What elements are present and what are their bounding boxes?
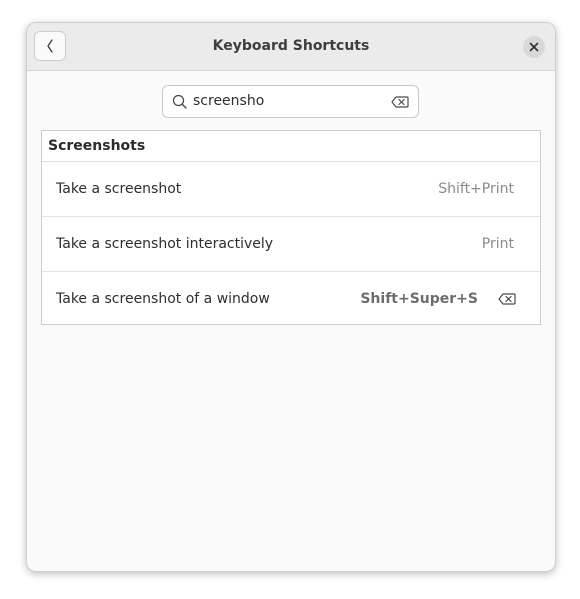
shortcut-row-take-screenshot-window[interactable]: Take a screenshot of a window Shift+Supe… (42, 271, 540, 326)
headerbar: Keyboard Shortcuts (27, 23, 555, 71)
search-icon (172, 94, 187, 109)
edit-clear-icon[interactable] (391, 96, 409, 108)
dialog-title: Keyboard Shortcuts (212, 38, 370, 54)
shortcut-label: Take a screenshot (56, 181, 182, 197)
shortcut-row-take-screenshot[interactable]: Take a screenshot Shift+Print (42, 161, 540, 216)
shortcut-label: Take a screenshot of a window (56, 291, 270, 307)
search-field[interactable]: screensho (162, 85, 419, 118)
close-button[interactable] (523, 36, 545, 58)
search-input-value[interactable]: screensho (193, 86, 264, 117)
shortcut-list: Screenshots Take a screenshot Shift+Prin… (41, 130, 541, 325)
shortcut-row-take-screenshot-interactively[interactable]: Take a screenshot interactively Print (42, 216, 540, 271)
shortcut-label: Take a screenshot interactively (56, 236, 274, 252)
section-title: Screenshots (48, 138, 146, 154)
reset-shortcut-icon[interactable] (498, 293, 516, 305)
back-button[interactable] (34, 31, 66, 61)
shortcut-accelerator: Shift+Print (438, 181, 514, 197)
go-previous-icon (47, 39, 53, 53)
window-close-icon (529, 42, 539, 52)
shortcut-accelerator: Shift+Super+S (360, 291, 478, 307)
keyboard-shortcuts-dialog: Keyboard Shortcuts screensho Screenshots… (26, 22, 556, 572)
shortcut-accelerator: Print (481, 236, 514, 252)
